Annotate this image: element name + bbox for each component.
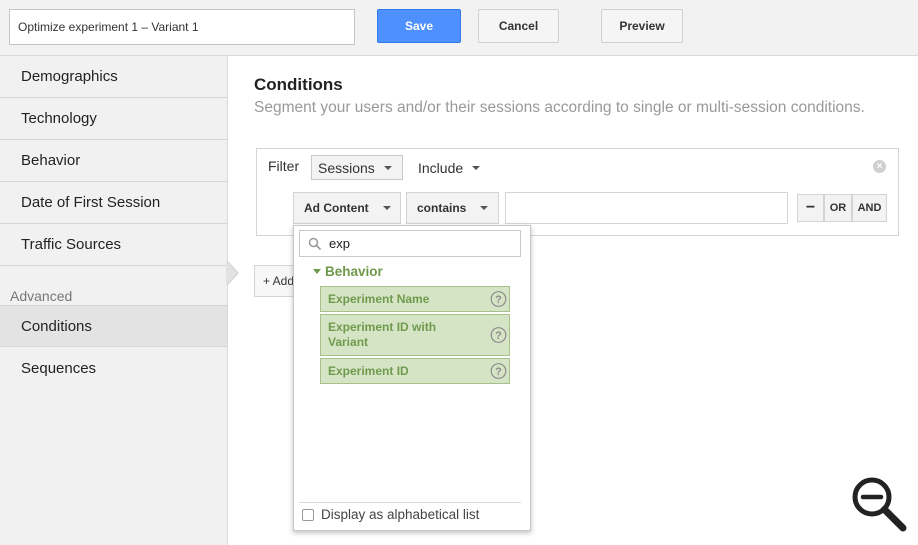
sidebar: Demographics Technology Behavior Date of… [0,56,228,545]
svg-text:?: ? [495,294,502,306]
advanced-caption: Advanced [10,288,73,304]
sidebar-item-behavior[interactable]: Behavior [0,140,227,182]
operator-dropdown-value: contains [417,201,467,215]
preview-button[interactable]: Preview [601,9,683,43]
scope-dropdown[interactable]: Sessions [311,155,403,180]
condition-value-input[interactable] [505,192,788,224]
svg-text:?: ? [495,366,502,378]
divider [299,502,521,503]
mode-dropdown-value: Include [418,159,464,176]
sidebar-item-traffic-sources[interactable]: Traffic Sources [0,224,227,266]
sidebar-item-sequences[interactable]: Sequences [0,347,227,389]
top-bar: Save Cancel Preview [0,0,918,56]
dimension-picker-panel: exp Behavior Experiment Name ? Experimen… [293,225,531,531]
option-experiment-name[interactable]: Experiment Name ? [320,286,510,312]
sidebar-item-conditions[interactable]: Conditions [0,305,227,347]
close-circle-icon[interactable]: × [873,160,886,173]
sidebar-item-date-of-first-session[interactable]: Date of First Session [0,182,227,224]
chevron-down-icon [480,206,489,210]
active-item-pointer [226,261,237,285]
group-label: Behavior [325,264,383,279]
sidebar-item-technology[interactable]: Technology [0,98,227,140]
save-button[interactable]: Save [377,9,461,43]
dimension-search-value: exp [329,236,350,251]
chevron-down-icon [383,165,392,170]
or-button[interactable]: OR [824,194,852,222]
segment-name-input[interactable] [9,9,355,45]
group-behavior[interactable]: Behavior [313,264,383,279]
expand-triangle-icon [313,269,321,274]
dimension-search-input[interactable]: exp [299,230,521,257]
option-label: Experiment ID with Variant [328,320,437,349]
alphabetical-checkbox[interactable] [302,509,314,521]
sidebar-item-demographics[interactable]: Demographics [0,56,227,98]
cancel-button[interactable]: Cancel [478,9,559,43]
zoom-out-icon[interactable] [848,473,910,535]
page-title: Conditions [254,75,343,94]
option-experiment-id[interactable]: Experiment ID ? [320,358,510,384]
chevron-down-icon [382,206,391,210]
alphabetical-label[interactable]: Display as alphabetical list [321,507,479,522]
help-icon[interactable]: ? [490,291,507,308]
search-icon [308,237,322,251]
remove-condition-button[interactable]: − [797,194,824,222]
option-label: Experiment Name [328,291,430,306]
and-button[interactable]: AND [852,194,887,222]
option-label: Experiment ID [328,363,409,378]
svg-text:?: ? [495,330,502,342]
dimension-dropdown-value: Ad Content [304,201,369,215]
option-experiment-id-with-variant[interactable]: Experiment ID with Variant ? [320,314,510,356]
filter-label: Filter [268,158,300,174]
help-icon[interactable]: ? [490,327,507,344]
chevron-down-icon [472,165,481,170]
mode-dropdown[interactable]: Include [418,155,498,180]
operator-dropdown[interactable]: contains [406,192,499,224]
page-subtitle: Segment your users and/or their sessions… [254,99,865,116]
dimension-dropdown[interactable]: Ad Content [293,192,401,224]
help-icon[interactable]: ? [490,363,507,380]
scope-dropdown-value: Sessions [318,159,375,176]
